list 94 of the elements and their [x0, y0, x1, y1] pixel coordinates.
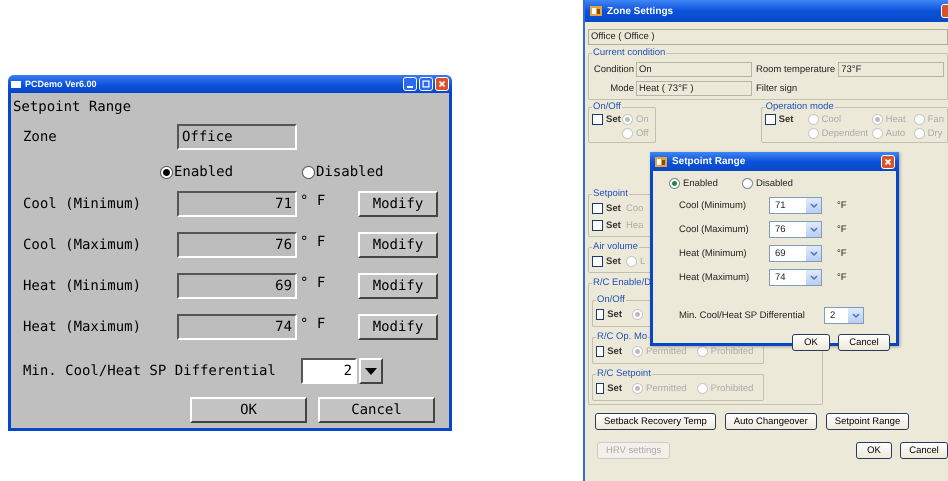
group-title: R/C Op. Mo: [596, 332, 648, 342]
modify-button[interactable]: Modify: [358, 273, 438, 299]
group-title: Operation mode: [764, 102, 835, 112]
field-label: Min. Cool/Heat SP Differential: [679, 310, 806, 321]
group-title: On/Off: [596, 295, 626, 305]
field-label: Heat (Minimum): [23, 278, 142, 294]
field-label: Cool (Minimum): [679, 200, 748, 211]
group-title: Current condition: [592, 48, 666, 58]
minimize-button[interactable]: [403, 77, 417, 91]
group-title: R/C Setpoint: [596, 369, 652, 379]
dialog-button[interactable]: OK: [792, 334, 830, 351]
setting-label: Coo: [626, 203, 644, 214]
maximize-button[interactable]: [419, 77, 433, 91]
field-label: Room temperature: [755, 64, 836, 75]
dropdown-field[interactable]: 2: [824, 307, 864, 324]
dialog-heading: Setpoint Range: [12, 98, 132, 117]
radio-button[interactable]: Disabled: [302, 164, 384, 180]
chevron-icon: [810, 202, 818, 209]
unit-label: ° F: [299, 192, 326, 211]
unit-label: ° F: [299, 274, 326, 293]
field-label: Condition: [592, 64, 635, 75]
app-icon: [654, 154, 668, 168]
field-label: Mode: [609, 83, 635, 94]
checkbox[interactable]: Set: [596, 346, 622, 357]
checkbox[interactable]: Set: [596, 383, 622, 394]
field-label: Cool (Maximum): [23, 237, 142, 253]
value-field: 71: [177, 191, 297, 217]
action-button[interactable]: Auto Changeover: [724, 413, 817, 430]
field-label: Cool (Maximum): [679, 224, 750, 235]
dropdown-field[interactable]: 71: [769, 197, 822, 214]
unit-label: °F: [836, 200, 847, 211]
setting-label: Hea: [626, 220, 644, 231]
caret-icon: [364, 365, 378, 377]
dropdown-field[interactable]: 69: [769, 245, 822, 262]
group-title: On/Off: [592, 102, 622, 112]
dropdown-field[interactable]: 76: [769, 221, 822, 238]
action-button[interactable]: Setback Recovery Temp: [595, 413, 716, 430]
group-title: Air volume: [592, 242, 639, 252]
window-title: Zone Settings: [607, 6, 674, 16]
group-title: Setpoint: [592, 189, 629, 199]
zone-field: Office: [177, 124, 297, 150]
zone-name-field: Office ( Office ): [588, 29, 948, 45]
checkbox[interactable]: Set: [592, 114, 621, 125]
unit-label: °F: [836, 248, 847, 259]
field-label: Min. Cool/Heat SP Differential: [23, 363, 277, 379]
value-field: 2: [301, 358, 357, 384]
field-label: Heat (Maximum): [679, 272, 750, 283]
dialog-title: Setpoint Range: [672, 156, 746, 167]
field-label: Heat (Minimum): [679, 248, 748, 259]
window-title: PCDemo Ver6.00: [25, 79, 98, 89]
window-icon: [11, 80, 21, 88]
value-field: On: [636, 62, 752, 77]
radio-button[interactable]: Enabled: [669, 178, 742, 189]
value-field: 73°F: [838, 62, 944, 77]
dropdown-field[interactable]: 74: [769, 269, 822, 286]
minimize-icon: [407, 86, 413, 88]
checkbox[interactable]: Set: [764, 114, 794, 125]
dialog-button[interactable]: Cancel: [838, 334, 890, 351]
unit-label: °F: [836, 272, 847, 283]
modify-button[interactable]: Modify: [358, 314, 438, 340]
app-icon: [589, 4, 603, 18]
field-label: Heat (Maximum): [23, 319, 142, 335]
value-field: Heat ( 73°F ): [636, 81, 752, 96]
radio-button[interactable]: Disabled: [742, 178, 793, 189]
chevron-icon: [852, 312, 860, 319]
value-field: 69: [177, 273, 297, 299]
checkbox[interactable]: Set: [592, 220, 621, 231]
checkbox[interactable]: Set: [596, 309, 622, 320]
value-field: 76: [177, 232, 297, 258]
dialog-button[interactable]: OK: [856, 442, 892, 459]
field-label: Zone: [23, 129, 58, 145]
checkbox[interactable]: Set: [592, 203, 621, 214]
checkbox[interactable]: Set: [592, 256, 621, 267]
chevron-icon: [810, 250, 818, 257]
dropdown-button[interactable]: [359, 358, 383, 384]
value-field: 74: [177, 314, 297, 340]
modify-button[interactable]: Modify: [358, 191, 438, 217]
group-title: R/C Enable/D: [592, 278, 652, 288]
chevron-icon: [810, 274, 818, 281]
radio-button[interactable]: Enabled: [160, 164, 302, 180]
chevron-icon: [810, 226, 818, 233]
close-icon: [437, 79, 447, 89]
unit-label: ° F: [299, 315, 326, 334]
maximize-icon: [421, 79, 431, 89]
close-icon: [883, 156, 893, 166]
modify-button[interactable]: Modify: [358, 232, 438, 258]
field-label: Filter sign: [755, 83, 798, 94]
field-label: Cool (Minimum): [23, 196, 142, 212]
action-button[interactable]: Setpoint Range: [826, 413, 910, 430]
dialog-button[interactable]: Cancel: [900, 442, 948, 459]
unit-label: °F: [836, 224, 847, 235]
dialog-button[interactable]: OK: [190, 397, 307, 423]
unit-label: ° F: [299, 233, 326, 252]
dialog-button[interactable]: Cancel: [318, 397, 435, 423]
